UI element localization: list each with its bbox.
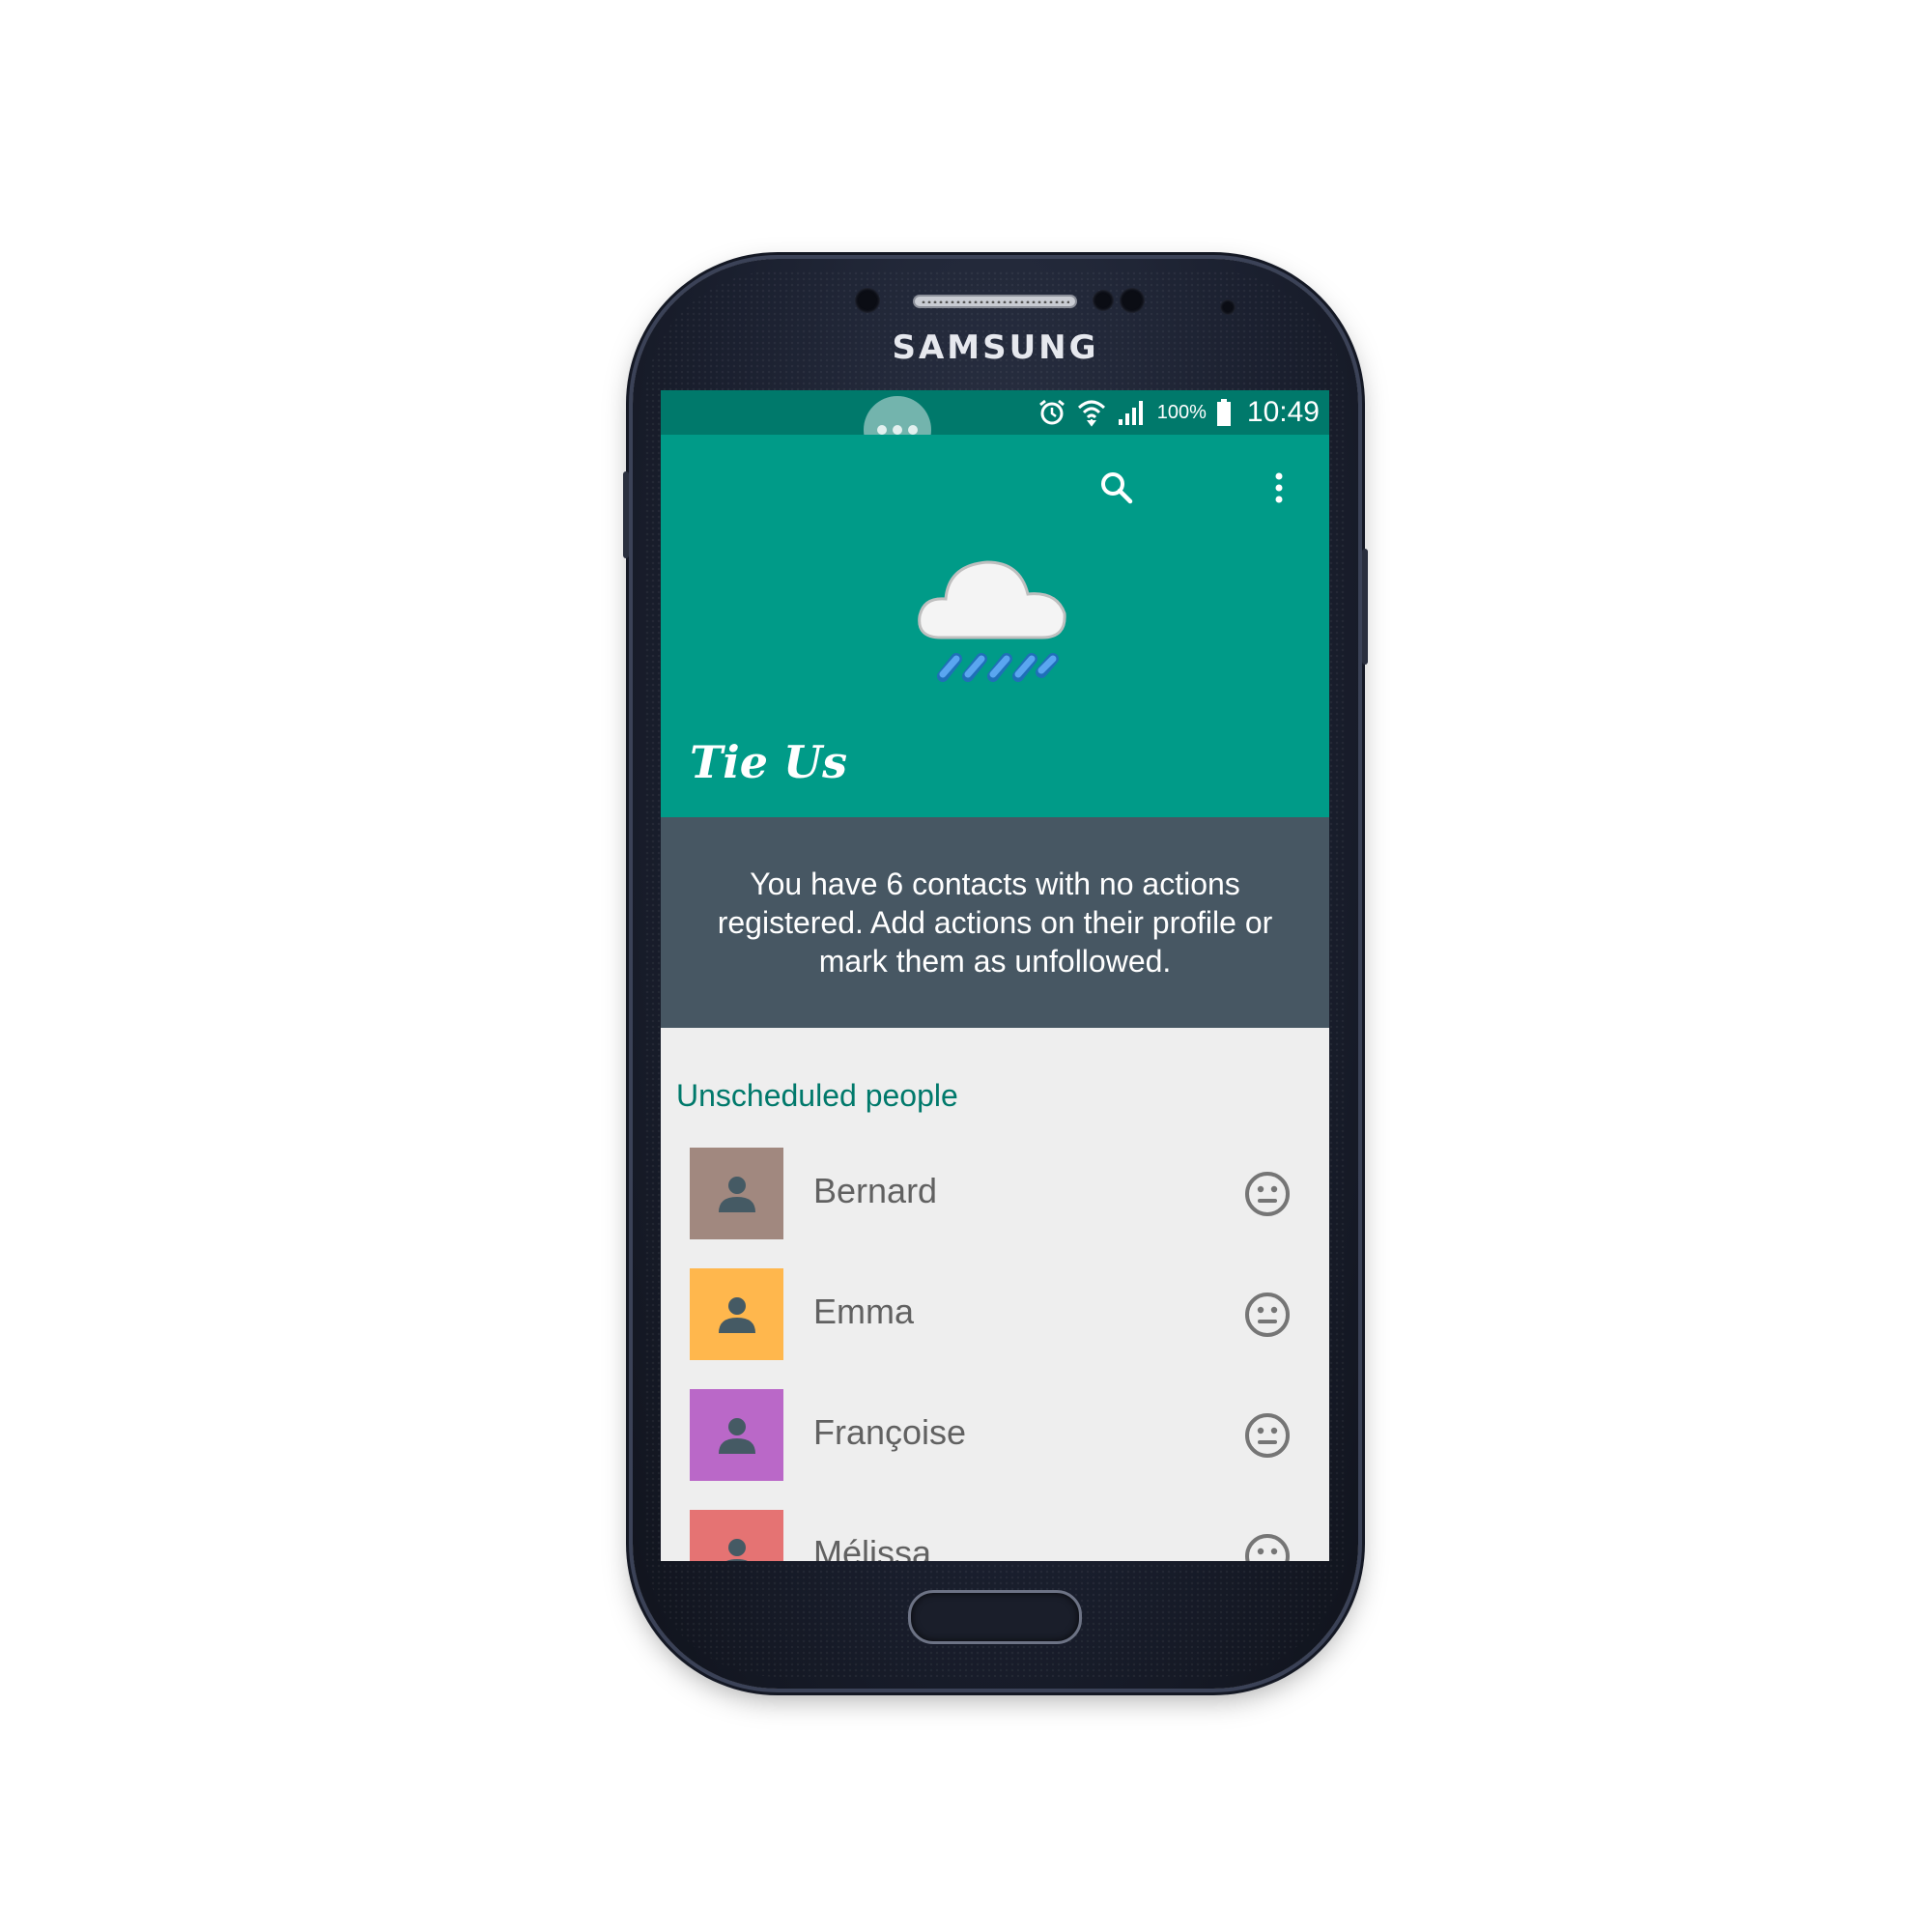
overflow-menu-button[interactable] — [1260, 464, 1298, 512]
front-camera — [855, 288, 880, 313]
info-banner: You have 6 contacts with no actions regi… — [661, 817, 1329, 1028]
list-item-melissa[interactable]: Mélissa — [661, 1510, 1329, 1561]
list-item-bernard[interactable]: Bernard — [661, 1148, 1329, 1268]
avatar — [690, 1510, 783, 1561]
earpiece — [913, 295, 1077, 308]
contact-name: Bernard — [813, 1171, 938, 1210]
brand-logo: SAMSUNG — [892, 328, 1099, 367]
battery-icon — [1216, 399, 1231, 426]
banner-text: You have 6 contacts with no actions regi… — [717, 867, 1273, 979]
light-sensor — [1120, 288, 1145, 313]
avatar — [690, 1268, 783, 1360]
status-bar: 100% 10:49 — [661, 390, 1329, 464]
clock: 10:49 — [1246, 396, 1320, 428]
dot-icon — [877, 425, 887, 435]
screen: 100% 10:49 Tie Us You have 6 contacts wi… — [661, 390, 1329, 1561]
mood-button[interactable] — [1240, 1167, 1294, 1221]
mood-button[interactable] — [1240, 1288, 1294, 1342]
avatar — [690, 1389, 783, 1481]
app-header: Tie Us — [661, 435, 1329, 817]
neutral-face-icon — [1245, 1172, 1290, 1216]
section-title: Unscheduled people — [676, 1078, 958, 1113]
power-button — [1362, 549, 1368, 665]
neutral-face-icon — [1245, 1293, 1290, 1337]
dot-icon — [893, 425, 902, 435]
battery-percentage: 100% — [1156, 401, 1207, 423]
avatar — [690, 1148, 783, 1239]
person-icon — [718, 1296, 755, 1333]
app-title: Tie Us — [690, 736, 847, 788]
status-icons: 100% 10:49 — [1037, 394, 1320, 431]
neutral-face-icon — [1245, 1534, 1290, 1561]
signal-icon — [1118, 401, 1143, 425]
person-icon — [718, 1176, 755, 1212]
rain-cloud-icon — [918, 560, 1066, 682]
search-button[interactable] — [1093, 464, 1141, 512]
mood-button[interactable] — [1240, 1408, 1294, 1463]
more-vert-icon — [1275, 472, 1283, 503]
list-item-emma[interactable]: Emma — [661, 1268, 1329, 1389]
contact-name: Mélissa — [813, 1533, 932, 1561]
mood-button[interactable] — [1240, 1529, 1294, 1561]
neutral-face-icon — [1245, 1413, 1290, 1458]
proximity-sensor — [1093, 290, 1114, 311]
dot-icon — [908, 425, 918, 435]
wifi-icon — [1077, 400, 1105, 427]
contact-list: Unscheduled people Bernard Emma François… — [661, 1028, 1329, 1561]
alarm-icon — [1038, 399, 1065, 425]
home-button[interactable] — [908, 1590, 1082, 1644]
volume-button — [623, 471, 629, 558]
led-indicator — [1220, 299, 1236, 315]
contact-name: Emma — [813, 1292, 915, 1331]
contact-name: Françoise — [813, 1412, 967, 1452]
list-item-francoise[interactable]: Françoise — [661, 1389, 1329, 1510]
person-icon — [724, 1538, 749, 1561]
person-icon — [718, 1417, 755, 1454]
search-icon — [1101, 472, 1133, 504]
